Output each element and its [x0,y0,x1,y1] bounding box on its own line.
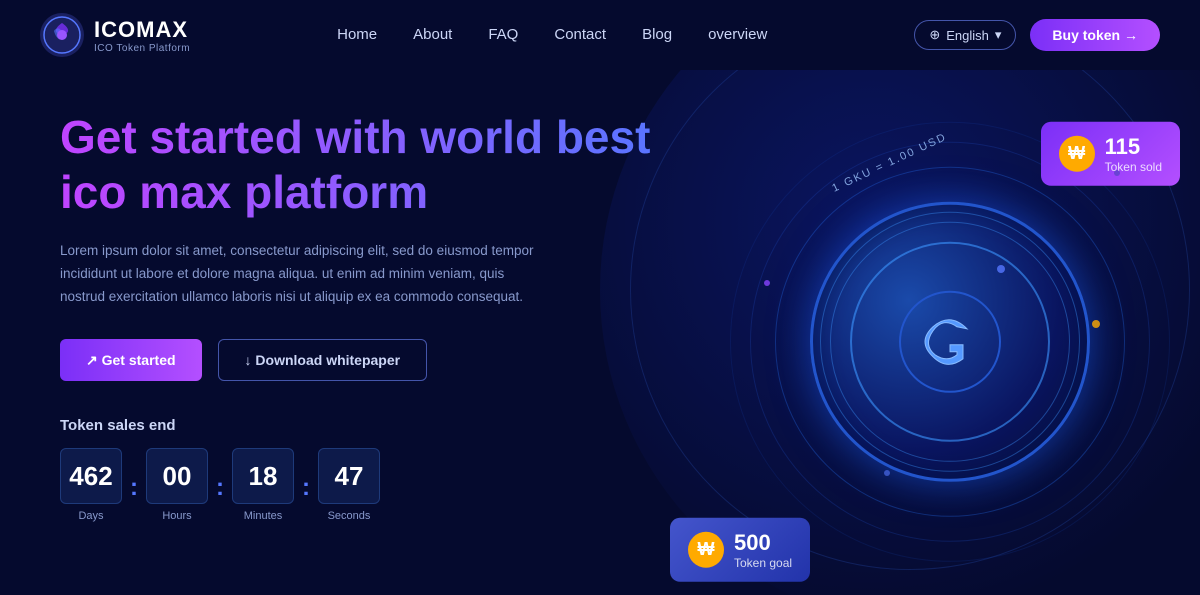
hero-description: Lorem ipsum dolor sit amet, consectetur … [60,240,540,309]
hero-coin-visual: 1 GKU = 1.00 USD ₩ 115 Token [680,70,1200,595]
logo: ICOMAX ICO Token Platform [40,13,190,57]
dot-1 [997,265,1005,273]
token-goal-label: Token goal [734,555,792,569]
separator-2: : [214,474,226,522]
token-goal-info: 500 Token goal [734,529,792,569]
token-goal-number: 500 [734,529,792,555]
countdown-timer: 462 Days : 00 Hours : 18 Minutes : 47 Se… [60,448,680,522]
countdown-hours: 00 Hours [146,448,208,522]
token-sold-number: 115 [1105,133,1162,159]
separator-3: : [300,474,312,522]
hours-label: Hours [162,510,191,522]
minutes-label: Minutes [244,510,283,522]
nav-item-contact[interactable]: Contact [554,26,606,44]
language-selector[interactable]: ⊕ English ▾ [914,20,1016,50]
countdown-days: 462 Days [60,448,122,522]
hero-title: Get started with world best ico max plat… [60,110,680,220]
days-value: 462 [60,448,122,504]
logo-text: ICOMAX ICO Token Platform [94,17,190,54]
hero-section: Get started with world best ico max plat… [0,70,1200,595]
download-whitepaper-button[interactable]: ↓ Download whitepaper [218,339,428,381]
buy-token-button[interactable]: Buy token → [1030,19,1160,51]
nav-item-overview[interactable]: overview [708,26,767,44]
navbar: ICOMAX ICO Token Platform Home About FAQ… [0,0,1200,70]
separator-1: : [128,474,140,522]
token-sold-info: 115 Token sold [1105,133,1162,173]
days-label: Days [78,510,103,522]
nav-item-home[interactable]: Home [337,26,377,44]
coin-container: 1 GKU = 1.00 USD ₩ 115 Token [730,121,1170,561]
hero-buttons: ↗ Get started ↓ Download whitepaper [60,339,680,381]
get-started-button[interactable]: ↗ Get started [60,339,202,381]
seconds-value: 47 [318,448,380,504]
dot-5 [1114,170,1120,176]
hours-value: 00 [146,448,208,504]
seconds-label: Seconds [328,510,371,522]
dot-3 [1092,320,1100,328]
token-sold-icon: ₩ [1059,135,1095,171]
token-goal-card: ₩ 500 Token goal [670,517,810,581]
countdown-seconds: 47 Seconds [318,448,380,522]
logo-icon [40,13,84,57]
dot-2 [764,280,770,286]
hero-content: Get started with world best ico max plat… [60,70,680,595]
nav-item-faq[interactable]: FAQ [488,26,518,44]
coin-disc [810,201,1090,481]
nav-links: Home About FAQ Contact Blog overview [337,26,767,44]
token-sales-label: Token sales end [60,417,680,434]
dot-4 [884,470,890,476]
countdown-minutes: 18 Minutes [232,448,294,522]
token-sold-card: ₩ 115 Token sold [1041,121,1180,185]
token-sales-countdown: Token sales end 462 Days : 00 Hours : 18… [60,417,680,522]
coin-letter-g-icon [895,286,1005,396]
minutes-value: 18 [232,448,294,504]
chevron-down-icon: ▾ [995,27,1002,43]
nav-item-about[interactable]: About [413,26,452,44]
nav-item-blog[interactable]: Blog [642,26,672,44]
nav-actions: ⊕ English ▾ Buy token → [914,19,1160,51]
globe-icon: ⊕ [929,27,940,43]
token-goal-icon: ₩ [688,531,724,567]
